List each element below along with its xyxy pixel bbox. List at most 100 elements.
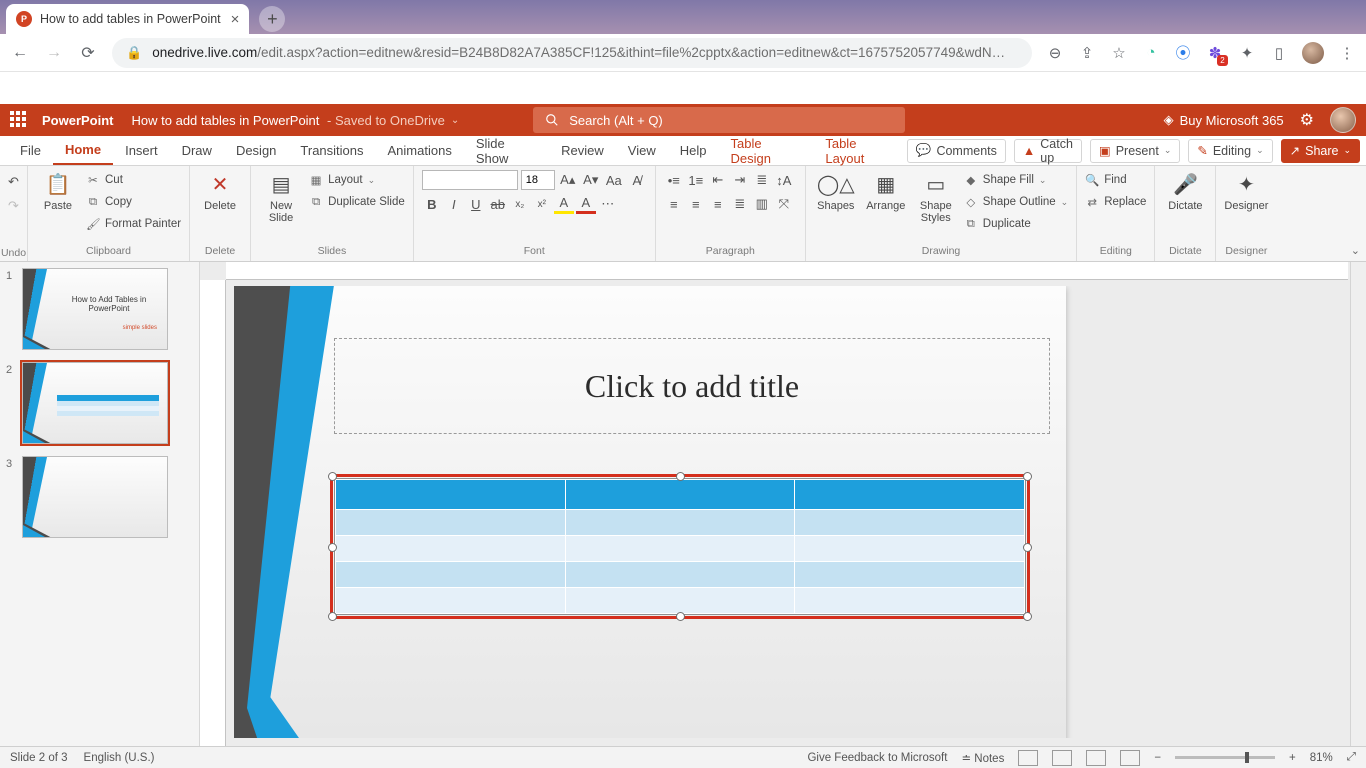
subscript-icon[interactable]: x₂	[510, 194, 530, 214]
grow-font-icon[interactable]: A▴	[558, 170, 578, 190]
user-avatar[interactable]	[1330, 107, 1356, 133]
tab-file[interactable]: File	[8, 136, 53, 165]
replace-button[interactable]: ⇄Replace	[1085, 192, 1146, 212]
fit-to-window-icon[interactable]: ⤢	[1347, 751, 1356, 764]
bold-icon[interactable]: B	[422, 194, 442, 214]
resize-handle[interactable]	[328, 612, 337, 621]
normal-view-icon[interactable]	[1018, 750, 1038, 766]
feedback-link[interactable]: Give Feedback to Microsoft	[807, 752, 947, 764]
extension-2-icon[interactable]: ⦿	[1174, 44, 1192, 62]
tab-home[interactable]: Home	[53, 136, 113, 165]
shapes-button[interactable]: ◯△Shapes	[814, 170, 858, 212]
editing-mode-button[interactable]: ✎Editing⌄	[1188, 139, 1272, 163]
tab-view[interactable]: View	[616, 136, 668, 165]
present-button[interactable]: ▣Present⌄	[1090, 139, 1180, 163]
shrink-font-icon[interactable]: A▾	[581, 170, 601, 190]
slide-counter[interactable]: Slide 2 of 3	[10, 752, 68, 764]
title-placeholder[interactable]: Click to add title	[334, 338, 1050, 434]
new-slide-button[interactable]: ▤ New Slide	[259, 170, 303, 224]
tab-insert[interactable]: Insert	[113, 136, 170, 165]
app-brand[interactable]: PowerPoint	[42, 113, 114, 128]
slide-thumbnail-1[interactable]: How to Add Tables in PowerPoint simple s…	[22, 268, 168, 350]
tab-animations[interactable]: Animations	[376, 136, 464, 165]
vertical-scrollbar[interactable]	[1350, 262, 1366, 746]
shape-styles-button[interactable]: ▭Shape Styles	[914, 170, 958, 224]
undo-icon[interactable]: ↶	[4, 172, 24, 192]
zoom-percent[interactable]: 81%	[1310, 752, 1333, 764]
arrange-button[interactable]: ▦Arrange	[864, 170, 908, 212]
slide-canvas[interactable]: Click to add title	[234, 286, 1066, 738]
bookmark-star-icon[interactable]: ☆	[1110, 44, 1128, 62]
new-tab-button[interactable]: +	[259, 6, 285, 32]
designer-button[interactable]: ✦Designer	[1224, 170, 1268, 212]
tab-design[interactable]: Design	[224, 136, 288, 165]
font-name-input[interactable]	[422, 170, 518, 190]
extensions-puzzle-icon[interactable]: ✦	[1238, 44, 1256, 62]
format-painter-button[interactable]: 🖌Format Painter	[86, 214, 181, 234]
tab-draw[interactable]: Draw	[170, 136, 224, 165]
change-case-icon[interactable]: Aa	[604, 170, 624, 190]
layout-button[interactable]: ▦Layout⌄	[309, 170, 405, 190]
resize-handle[interactable]	[328, 543, 337, 552]
slideshow-view-icon[interactable]	[1120, 750, 1140, 766]
highlight-icon[interactable]: A	[554, 194, 574, 214]
ribbon-collapse-chevron-icon[interactable]: ⌄	[1351, 244, 1360, 257]
extension-3-icon[interactable]: ✽	[1206, 44, 1224, 62]
slide-thumbnail-2[interactable]	[22, 362, 168, 444]
underline-icon[interactable]: U	[466, 194, 486, 214]
nav-back-icon[interactable]: ←	[10, 44, 30, 62]
numbering-icon[interactable]: 1≡	[686, 170, 706, 190]
duplicate-slide-button[interactable]: ⧉Duplicate Slide	[309, 192, 405, 212]
reading-view-icon[interactable]	[1086, 750, 1106, 766]
zoom-slider[interactable]	[1175, 756, 1275, 759]
align-center-icon[interactable]: ≡	[686, 194, 706, 214]
font-color-icon[interactable]: A	[576, 194, 596, 214]
line-spacing-icon[interactable]: ≣	[752, 170, 772, 190]
slide-thumbnail-3[interactable]	[22, 456, 168, 538]
resize-handle[interactable]	[328, 472, 337, 481]
tab-table-layout[interactable]: Table Layout	[813, 136, 907, 165]
catch-up-button[interactable]: ▲Catch up	[1014, 139, 1082, 163]
resize-handle[interactable]	[676, 612, 685, 621]
sorter-view-icon[interactable]	[1052, 750, 1072, 766]
notes-toggle[interactable]: ≐ Notes	[961, 751, 1004, 765]
more-font-icon[interactable]: ⋯	[598, 194, 618, 214]
zoom-in-icon[interactable]: +	[1289, 752, 1296, 764]
chrome-menu-icon[interactable]: ⋮	[1338, 44, 1356, 62]
text-direction-icon[interactable]: ↕A	[774, 170, 794, 190]
align-right-icon[interactable]: ≡	[708, 194, 728, 214]
browser-tab-active[interactable]: P How to add tables in PowerPoint ×	[6, 4, 249, 34]
inserted-table[interactable]	[335, 479, 1025, 614]
delete-button[interactable]: ✕ Delete	[198, 170, 242, 212]
align-left-icon[interactable]: ≡	[664, 194, 684, 214]
share-button[interactable]: ↗Share⌄	[1281, 139, 1360, 163]
document-name[interactable]: How to add tables in PowerPoint	[132, 113, 320, 128]
zoom-out-icon[interactable]: −	[1154, 752, 1161, 764]
resize-handle[interactable]	[676, 472, 685, 481]
find-button[interactable]: 🔍Find	[1085, 170, 1146, 190]
tab-help[interactable]: Help	[668, 136, 719, 165]
app-launcher-icon[interactable]	[10, 111, 28, 129]
extension-1-icon[interactable]: ◔	[1142, 44, 1160, 62]
address-bar[interactable]: 🔒 onedrive.live.com /edit.aspx?action=ed…	[112, 38, 1032, 68]
chrome-profile-avatar[interactable]	[1302, 42, 1324, 64]
paste-button[interactable]: 📋 Paste	[36, 170, 80, 212]
copy-button[interactable]: ⧉Copy	[86, 192, 181, 212]
indent-icon[interactable]: ⇥	[730, 170, 750, 190]
document-menu-chevron-icon[interactable]: ⌄	[451, 115, 459, 126]
redo-icon[interactable]: ↷	[4, 196, 24, 216]
resize-handle[interactable]	[1023, 472, 1032, 481]
nav-forward-icon[interactable]: →	[44, 44, 64, 62]
table-selection[interactable]	[330, 474, 1030, 619]
tab-slideshow[interactable]: Slide Show	[464, 136, 549, 165]
cut-button[interactable]: ✂Cut	[86, 170, 181, 190]
strike-icon[interactable]: ab	[488, 194, 508, 214]
sidepanel-icon[interactable]: ▯	[1270, 44, 1288, 62]
dictate-button[interactable]: 🎤Dictate	[1163, 170, 1207, 212]
bullets-icon[interactable]: •≡	[664, 170, 684, 190]
zoom-icon[interactable]: ⊖	[1046, 44, 1064, 62]
duplicate-shape-button[interactable]: ⧉Duplicate	[964, 214, 1068, 234]
italic-icon[interactable]: I	[444, 194, 464, 214]
buy-m365-button[interactable]: ◈ Buy Microsoft 365	[1164, 112, 1284, 128]
clear-format-icon[interactable]: A̸	[627, 170, 647, 190]
